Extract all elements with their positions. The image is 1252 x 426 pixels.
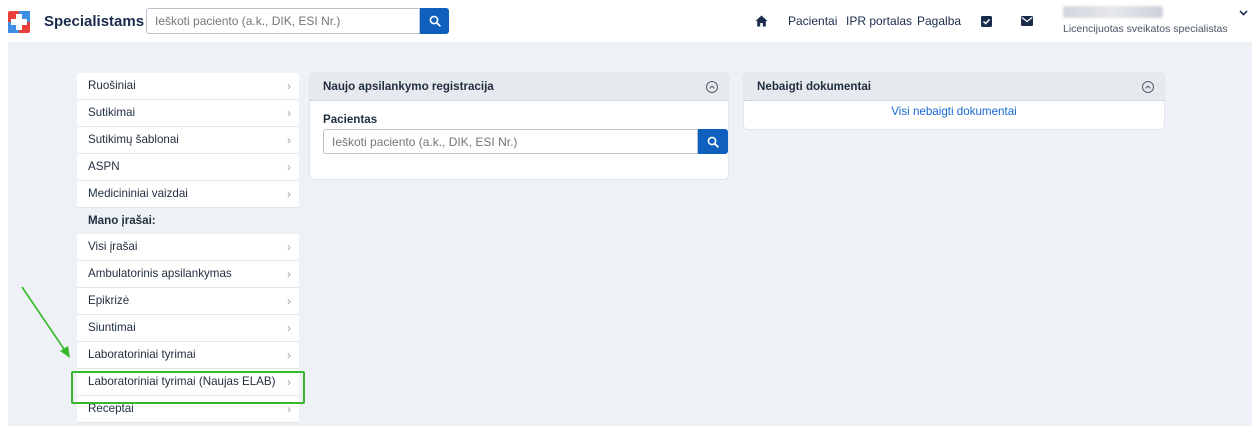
user-role[interactable]: Licencijuotas sveikatos specialistas bbox=[1063, 23, 1228, 35]
chevron-right-icon: › bbox=[287, 348, 291, 362]
menu-item-laboratoriniai-tyrimai[interactable]: Laboratoriniai tyrimai › bbox=[77, 342, 299, 369]
menu-item-ruosiniai[interactable]: Ruošiniai › bbox=[77, 73, 299, 100]
unfinished-documents-card: Nebaigti dokumentai Visi nebaigti dokume… bbox=[744, 73, 1164, 129]
header-search-input[interactable] bbox=[146, 8, 420, 34]
home-icon bbox=[755, 15, 767, 27]
nav-pacientai[interactable]: Pacientai bbox=[788, 14, 837, 28]
patient-field-label: Pacientas bbox=[323, 113, 378, 126]
chevron-down-icon[interactable] bbox=[1239, 10, 1248, 16]
chevron-right-icon: › bbox=[287, 160, 291, 174]
chevron-up-icon bbox=[709, 85, 715, 89]
highlight-box bbox=[71, 371, 305, 404]
menu-item-label: Sutikimų šablonai bbox=[88, 133, 179, 146]
envelope-icon bbox=[1021, 16, 1033, 26]
chevron-right-icon: › bbox=[287, 79, 291, 93]
menu-section-mano-irasai: Mano įrašai: bbox=[77, 208, 299, 234]
menu-item-label: Medicininiai vaizdai bbox=[88, 187, 188, 200]
messages-button[interactable] bbox=[1018, 12, 1036, 30]
menu-item-visi-irasai[interactable]: Visi įrašai › bbox=[77, 234, 299, 261]
header-search bbox=[146, 8, 449, 34]
annotation-arrow-icon bbox=[21, 286, 70, 358]
menu-item-sutikimu-sablonai[interactable]: Sutikimų šablonai › bbox=[77, 127, 299, 154]
menu-item-aspn[interactable]: ASPN › bbox=[77, 154, 299, 181]
chevron-right-icon: › bbox=[287, 267, 291, 281]
card-title: Naujo apsilankymo registracija bbox=[323, 80, 494, 93]
patient-search-input[interactable] bbox=[323, 129, 698, 154]
tasks-button[interactable] bbox=[977, 12, 995, 30]
collapse-button[interactable] bbox=[706, 81, 718, 93]
card-header: Naujo apsilankymo registracija bbox=[310, 73, 728, 101]
logo-icon[interactable] bbox=[8, 11, 30, 33]
patient-search-button[interactable] bbox=[698, 129, 728, 154]
chevron-right-icon: › bbox=[287, 133, 291, 147]
patient-search bbox=[323, 129, 728, 154]
nav-pagalba[interactable]: Pagalba bbox=[917, 14, 961, 28]
menu-item-label: Epikrizė bbox=[88, 294, 130, 307]
brand-title[interactable]: Specialistams bbox=[44, 13, 144, 30]
menu-item-label: Laboratoriniai tyrimai bbox=[88, 348, 196, 361]
chevron-right-icon: › bbox=[287, 321, 291, 335]
chevron-right-icon: › bbox=[287, 187, 291, 201]
menu-item-siuntimai[interactable]: Siuntimai › bbox=[77, 315, 299, 342]
chevron-right-icon: › bbox=[287, 106, 291, 120]
menu-item-label: Ambulatorinis apsilankymas bbox=[88, 267, 232, 280]
top-header: Specialistams Pacientai IPR portalas Pag… bbox=[0, 0, 1252, 42]
nav-ipr-portalas[interactable]: IPR portalas bbox=[846, 14, 912, 28]
menu-item-epikrize[interactable]: Epikrizė › bbox=[77, 288, 299, 315]
card-title: Nebaigti dokumentai bbox=[757, 80, 872, 93]
menu-item-ambulatorinis-apsilankymas[interactable]: Ambulatorinis apsilankymas › bbox=[77, 261, 299, 288]
home-button[interactable] bbox=[752, 12, 770, 30]
search-icon bbox=[429, 15, 441, 27]
all-unfinished-documents-link[interactable]: Visi nebaigti dokumentai bbox=[744, 105, 1164, 118]
chevron-up-icon bbox=[1145, 85, 1151, 89]
header-search-button[interactable] bbox=[420, 8, 449, 34]
menu-item-label: Sutikimai bbox=[88, 106, 136, 119]
chevron-right-icon: › bbox=[287, 294, 291, 308]
menu-item-sutikimai[interactable]: Sutikimai › bbox=[77, 100, 299, 127]
menu-item-label: Siuntimai bbox=[88, 321, 136, 334]
menu-item-label: Ruošiniai bbox=[88, 79, 136, 92]
menu-item-label: ASPN bbox=[88, 160, 120, 173]
card-header: Nebaigti dokumentai bbox=[744, 73, 1164, 101]
visit-registration-card: Naujo apsilankymo registracija Pacientas bbox=[310, 73, 728, 179]
checkbox-icon bbox=[980, 15, 992, 27]
search-icon bbox=[707, 136, 719, 148]
menu-item-label: Visi įrašai bbox=[88, 240, 138, 253]
chevron-right-icon: › bbox=[287, 240, 291, 254]
user-name-blurred[interactable] bbox=[1063, 6, 1163, 18]
menu-item-medicininiai-vaizdai[interactable]: Medicininiai vaizdai › bbox=[77, 181, 299, 208]
collapse-button[interactable] bbox=[1142, 81, 1154, 93]
